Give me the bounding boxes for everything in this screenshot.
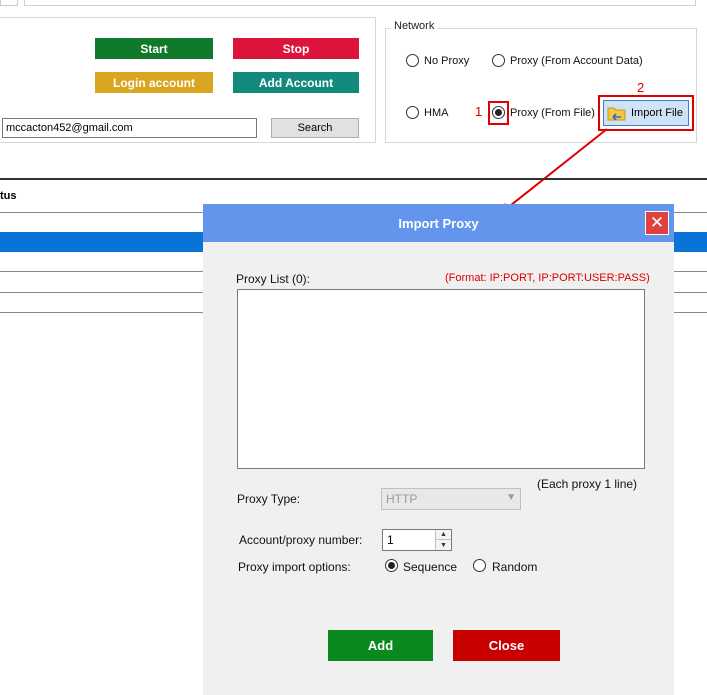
account-proxy-number-label: Account/proxy number:: [239, 533, 363, 547]
proxy-list-label: Proxy List (0):: [236, 272, 311, 286]
random-radio[interactable]: [473, 559, 486, 572]
close-button[interactable]: Close: [453, 630, 560, 661]
sequence-radio[interactable]: [385, 559, 398, 572]
add-button[interactable]: Add: [328, 630, 433, 661]
close-icon[interactable]: ✕: [645, 211, 669, 235]
random-label[interactable]: Random: [492, 560, 537, 574]
stepper-up-icon[interactable]: ▲: [436, 530, 451, 540]
proxy-type-label: Proxy Type:: [237, 492, 301, 506]
proxy-type-value: HTTP: [386, 492, 418, 506]
account-proxy-number-stepper[interactable]: 1 ▲ ▼: [382, 529, 452, 551]
sequence-label[interactable]: Sequence: [403, 560, 457, 574]
stepper-buttons: ▲ ▼: [435, 530, 451, 550]
grid-top-border: [0, 178, 707, 180]
dialog-title: Import Proxy: [398, 215, 479, 231]
proxy-list-textarea[interactable]: [237, 289, 645, 469]
account-proxy-number-value: 1: [387, 533, 394, 547]
status-column-header[interactable]: tus: [0, 190, 17, 202]
each-proxy-hint: (Each proxy 1 line): [537, 477, 638, 491]
proxy-type-select[interactable]: HTTP ▼: [381, 488, 521, 510]
chevron-down-icon: ▼: [506, 492, 516, 503]
stepper-down-icon[interactable]: ▼: [436, 540, 451, 550]
proxy-format-hint: (Format: IP:PORT, IP:PORT:USER:PASS): [445, 272, 650, 284]
proxy-import-options-label: Proxy import options:: [238, 560, 351, 574]
